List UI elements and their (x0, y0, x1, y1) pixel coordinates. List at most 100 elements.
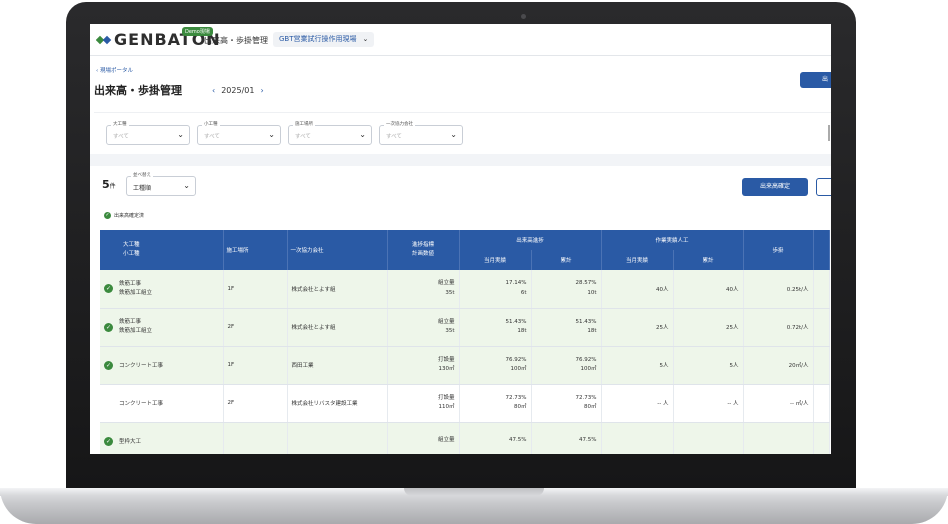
header-major-work: 大工種 (123, 241, 140, 248)
table-row[interactable]: コンクリート工事 2F 株式会社リバスタ建設工業 打設量 110㎥ 72.73% 8… (100, 384, 830, 423)
row-output-val: 18t (517, 328, 527, 334)
row-work: 鉄筋工事 (119, 319, 142, 326)
section-divider (90, 154, 831, 166)
sort-label: 並べ替え (131, 172, 153, 178)
row-metric: 打設量 (437, 394, 455, 401)
confirm-output-button[interactable]: 出来高確定 (742, 178, 808, 196)
header-labor-total: 累計 (673, 250, 744, 270)
header-output-total: 累計 (531, 250, 602, 270)
next-month-icon[interactable]: › (260, 86, 263, 95)
header-progress-metric: 進捗指標 計画数値 (387, 230, 460, 270)
filter-value: すべて (113, 134, 129, 140)
row-labor-total (673, 422, 744, 454)
result-count-value: 5 (102, 178, 110, 191)
row-subwork: 鉄筋加工組立 (119, 328, 153, 334)
row-spacer (813, 270, 830, 309)
header-labor: 作業実績人工 (601, 230, 744, 250)
row-work: 鉄筋工事 (119, 280, 142, 287)
check-icon: ✓ (104, 436, 113, 446)
sort-select[interactable]: 並べ替え 工種順 ⌄ (126, 172, 196, 196)
row-cum-val: 100㎥ (580, 366, 597, 372)
row-location: 1F (223, 270, 288, 309)
result-count: 5件 (102, 178, 116, 191)
header-spacer (813, 230, 830, 270)
row-spacer (813, 422, 830, 454)
row-company (287, 422, 388, 454)
row-company: 西田工業 (287, 346, 388, 385)
row-labor-total: -- 人 (673, 384, 744, 423)
back-link[interactable]: ‹ 現場ポータル (96, 66, 133, 74)
header-productivity: 歩掛 (743, 230, 814, 270)
row-metric: 組立量 (437, 318, 455, 325)
header-labor-month: 当月実績 (601, 250, 674, 270)
row-spacer (813, 308, 830, 347)
row-metric: 組立量 (437, 280, 455, 287)
row-work: 型枠大工 (119, 438, 142, 445)
filter-bar: 大工種 すべて ⌄ 小工種 すべて ⌄ 施工場所 すべて ⌄ 一次協力会社 すべ… (94, 112, 831, 152)
confirmed-legend: ✓ 出来高確定済 (104, 212, 144, 219)
sort-value: 工種順 (133, 185, 152, 192)
back-link-label: 現場ポータル (99, 68, 133, 74)
prev-month-icon[interactable]: ‹ (212, 86, 215, 95)
page-title: 出来高・歩掛管理 (94, 84, 182, 97)
row-productivity: 20㎥/人 (743, 346, 814, 385)
row-output-pct: 72.73% (505, 394, 527, 401)
site-name: GBT営業試行操作用現場 (279, 35, 357, 43)
row-planned: 35t (445, 328, 455, 334)
row-labor-month: 5人 (601, 346, 674, 385)
row-spacer (813, 384, 830, 423)
row-location (223, 422, 288, 454)
row-labor-total: 25人 (673, 308, 744, 347)
header-minor-work: 小工種 (123, 251, 140, 257)
current-month: 2025/01 (221, 86, 255, 95)
row-planned: 110㎥ (438, 404, 455, 410)
row-spacer (813, 346, 830, 385)
filter-label: 一次協力会社 (384, 121, 415, 127)
chevron-down-icon: ⌄ (362, 35, 369, 43)
output-table: 大工種 小工種 施工場所 一次協力会社 進捗指標 計画数値 出来高進捗 作業実績… (100, 230, 830, 454)
legend-label: 出来高確定済 (114, 213, 145, 219)
top-action-button[interactable]: 出 (800, 72, 831, 88)
check-icon: ✓ (104, 360, 113, 370)
row-location: 2F (223, 308, 288, 347)
row-location: 1F (223, 346, 288, 385)
row-output-val: 100㎥ (510, 366, 527, 372)
row-planned: 130㎥ (438, 366, 455, 372)
row-cum-pct: 28.57% (575, 280, 597, 287)
app-title: 出来高・歩掛管理 (204, 36, 268, 45)
check-icon: ✓ (104, 212, 111, 219)
row-metric: 打設量 (437, 356, 455, 363)
table-row[interactable]: ✓鉄筋工事 鉄筋加工組立 1F 株式会社とよす組 組立量 35t 17.14% 6t … (100, 270, 830, 309)
filter-minor-work[interactable]: 小工種 すべて ⌄ (197, 121, 281, 145)
row-labor-month: 40人 (601, 270, 674, 309)
check-icon: ✓ (104, 322, 113, 332)
filter-location[interactable]: 施工場所 すべて ⌄ (288, 121, 372, 145)
results-card: 5件 並べ替え 工種順 ⌄ 出来高確定 ✓ 出来高確定済 大工種 小工種 施工場… (94, 166, 831, 454)
row-company: 株式会社リバスタ建設工業 (287, 384, 388, 423)
filter-company[interactable]: 一次協力会社 すべて ⌄ (379, 121, 463, 145)
row-planned: 35t (445, 289, 455, 296)
row-cum-val: 80㎥ (584, 404, 597, 410)
header-work: 大工種 小工種 (100, 230, 224, 270)
row-company: 株式会社とよす組 (287, 308, 388, 347)
camera-dot (521, 14, 526, 19)
row-output-pct: 76.92% (505, 356, 527, 363)
table-row[interactable]: ✓ 鉄筋工事 鉄筋加工組立 2F 株式会社とよす組 組立量 35t 51.43% 18t… (100, 308, 830, 347)
filter-label: 小工種 (202, 121, 220, 127)
filter-scrollbar[interactable] (828, 125, 830, 141)
row-labor-month: -- 人 (601, 384, 674, 423)
header-output-rate: 出来高進捗 (459, 230, 602, 250)
filter-major-work[interactable]: 大工種 すべて ⌄ (106, 121, 190, 145)
filter-value: すべて (386, 134, 402, 140)
result-count-unit: 件 (109, 183, 116, 190)
row-output-pct: 17.14% (505, 280, 527, 287)
chevron-down-icon: ⌄ (450, 130, 457, 139)
table-row[interactable]: ✓ 型枠大工 組立量 47.5% 47.5% (100, 422, 830, 454)
table-row[interactable]: ✓ コンクリート工事 1F 西田工業 打設量 130㎥ 76.92% 100㎥ 76.… (100, 346, 830, 385)
row-productivity: 0.25t/人 (743, 270, 814, 309)
secondary-button[interactable] (816, 178, 831, 196)
row-cum-pct: 76.92% (575, 356, 597, 363)
site-selector[interactable]: GBT営業試行操作用現場 ⌄ (273, 32, 375, 47)
row-productivity (743, 422, 814, 454)
row-labor-month (601, 422, 674, 454)
